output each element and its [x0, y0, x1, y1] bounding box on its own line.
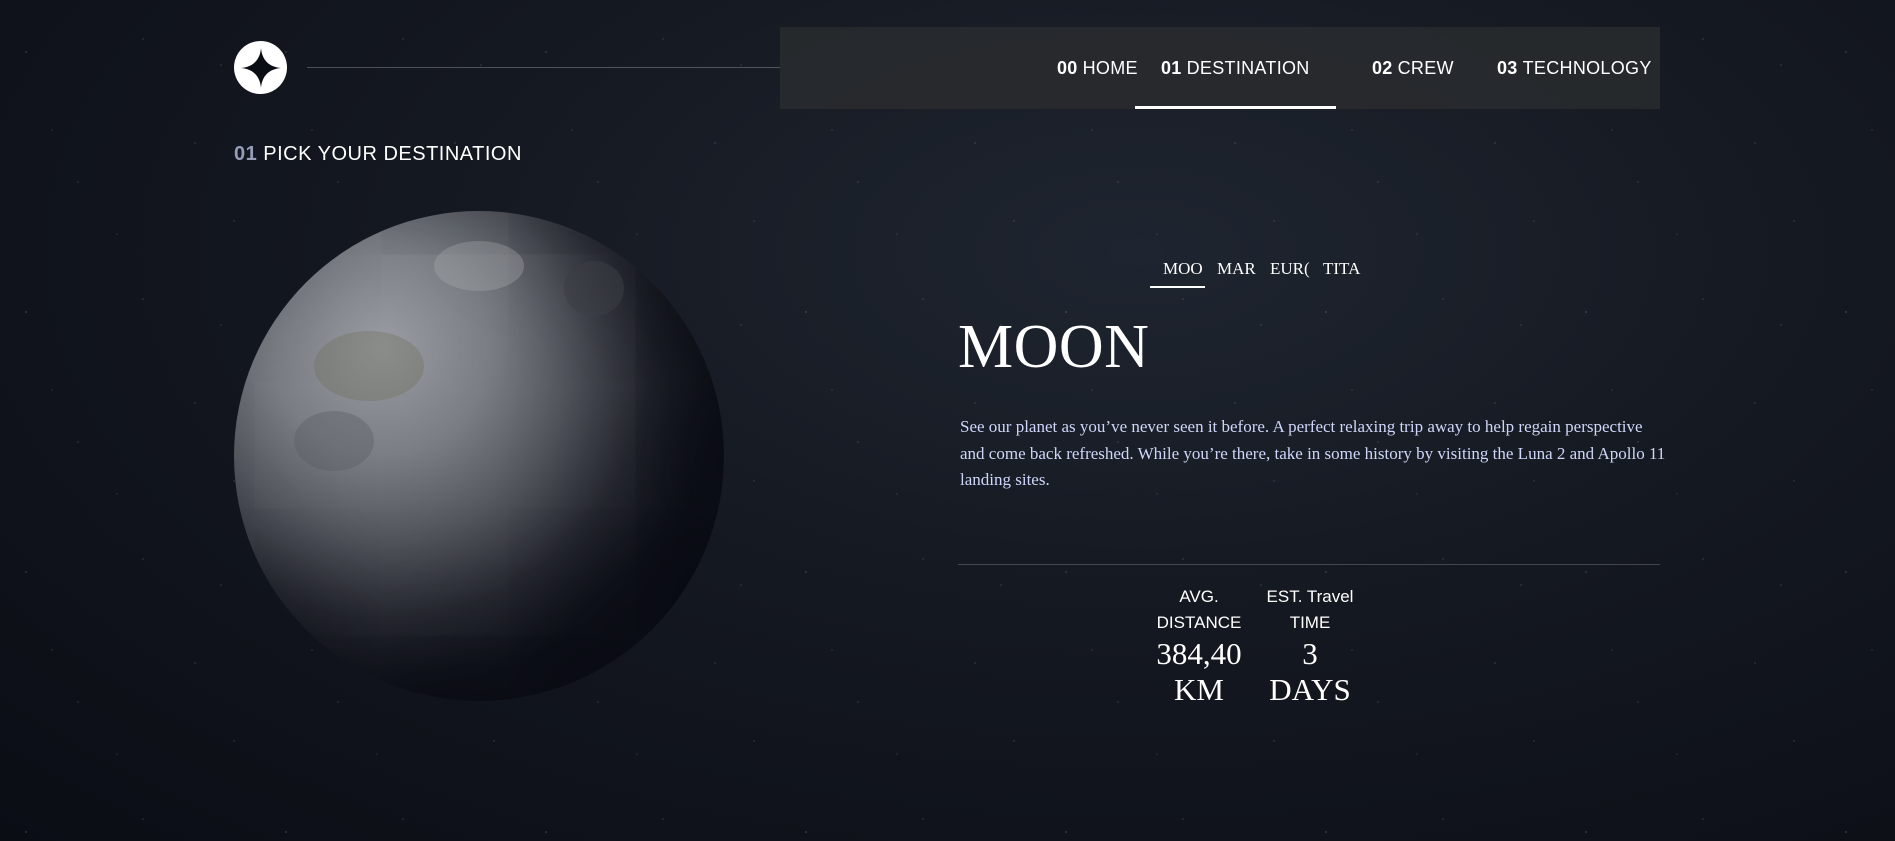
- nav-number: 03: [1497, 57, 1518, 78]
- stat-value: 384,40: [1156, 636, 1242, 671]
- moon-crater: [294, 411, 374, 471]
- nav-number: 00: [1057, 57, 1078, 78]
- star-logo-icon[interactable]: [234, 41, 287, 94]
- stat-label: EST. Travel: [1266, 587, 1354, 606]
- moon-crater: [434, 241, 524, 291]
- nav-item-home[interactable]: 00 HOME: [1057, 27, 1138, 109]
- main-nav: 00 HOME 01 DESTINATION 02 CREW 03 TECHNO…: [780, 27, 1660, 109]
- subtitle-text: PICK YOUR DESTINATION: [263, 143, 522, 165]
- tab-mars[interactable]: MAR: [1217, 259, 1258, 288]
- page-subtitle: 01 PICK YOUR DESTINATION: [234, 143, 522, 166]
- nav-label: CREW: [1397, 57, 1454, 78]
- nav-label: DESTINATION: [1186, 57, 1310, 78]
- stat-travel-time: EST. Travel TIME 3 DAYS: [1266, 584, 1354, 708]
- nav-number: 01: [1161, 57, 1182, 78]
- tab-europa[interactable]: EUR(: [1270, 259, 1311, 288]
- destination-title: MOON: [958, 313, 1150, 381]
- tab-moon[interactable]: MOO: [1150, 259, 1205, 288]
- stat-label: AVG.: [1179, 587, 1219, 606]
- moon-crater: [564, 261, 624, 316]
- tab-titan[interactable]: TITA: [1323, 259, 1363, 288]
- stat-value: 3: [1302, 636, 1318, 671]
- subtitle-number: 01: [234, 143, 258, 165]
- nav-item-destination[interactable]: 01 DESTINATION: [1135, 27, 1336, 109]
- moon-crater: [314, 331, 424, 401]
- stat-value: KM: [1174, 672, 1224, 707]
- stat-label: TIME: [1289, 613, 1331, 632]
- destination-tabs: MOO MAR EUR( TITA: [1150, 259, 1363, 288]
- stats-divider: [958, 564, 1660, 565]
- stat-label: DISTANCE: [1156, 613, 1242, 632]
- moon-image: [234, 211, 724, 701]
- stat-value: DAYS: [1269, 672, 1351, 707]
- nav-label: TECHNOLOGY: [1522, 57, 1652, 78]
- header-divider: [307, 67, 780, 68]
- destination-description: See our planet as you’ve never seen it b…: [960, 417, 1666, 489]
- nav-number: 02: [1372, 57, 1393, 78]
- stat-avg-distance: AVG. DISTANCE 384,40 KM: [1155, 584, 1243, 708]
- nav-label: HOME: [1082, 57, 1138, 78]
- nav-item-technology[interactable]: 03 TECHNOLOGY: [1497, 27, 1652, 109]
- nav-item-crew[interactable]: 02 CREW: [1372, 27, 1454, 109]
